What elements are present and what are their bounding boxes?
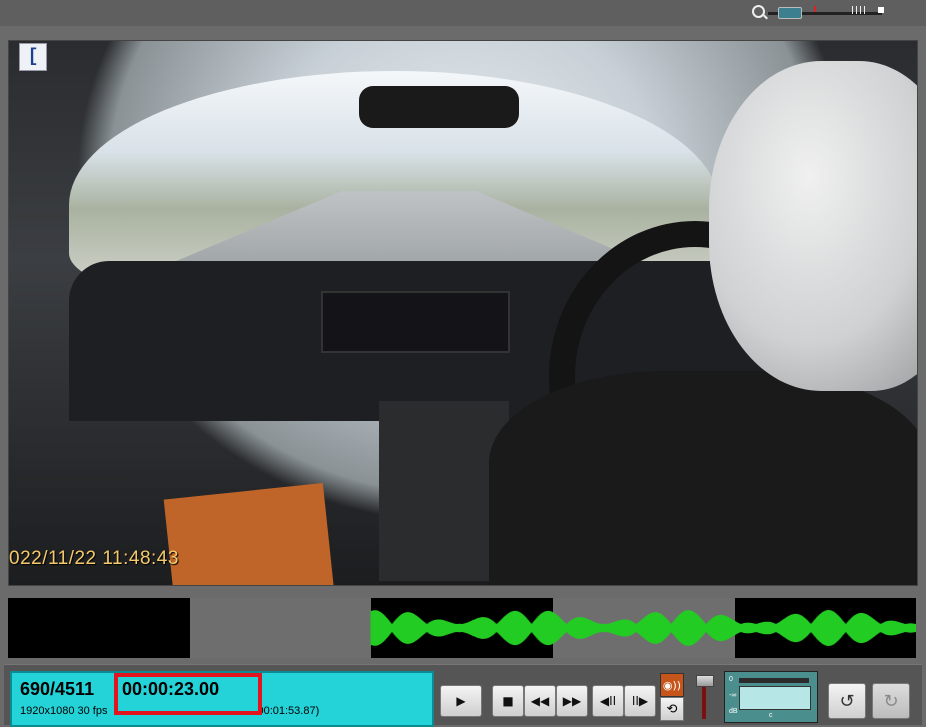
waveform-graph bbox=[370, 610, 916, 646]
redo-button[interactable]: ↻ bbox=[872, 683, 910, 719]
meter-bar bbox=[739, 686, 811, 710]
frame-counter: 690/4511 bbox=[20, 679, 95, 699]
step-back-button[interactable]: ◀II bbox=[592, 685, 624, 717]
fast-forward-button[interactable]: ▶▶ bbox=[556, 685, 588, 717]
meter-label-mid: -∞ bbox=[729, 692, 737, 699]
driver-suit bbox=[489, 371, 917, 585]
driver-helmet bbox=[709, 61, 917, 391]
video-preview[interactable]: [ 022/11/22 11:48:43 bbox=[8, 40, 918, 586]
orange-bag bbox=[163, 482, 335, 585]
undo-button[interactable]: ↺ bbox=[828, 683, 866, 719]
zoom-tick bbox=[852, 6, 853, 14]
highlight-box bbox=[114, 673, 262, 715]
zoom-end bbox=[878, 7, 884, 13]
zoom-slider[interactable] bbox=[752, 4, 892, 20]
zoom-thumb[interactable] bbox=[778, 7, 802, 19]
infotainment-screen bbox=[321, 291, 510, 353]
zoom-tick bbox=[856, 6, 857, 14]
audio-waveform[interactable] bbox=[8, 598, 916, 658]
meter-bar-top bbox=[739, 678, 809, 683]
bracket-icon[interactable]: [ bbox=[19, 43, 47, 71]
zoom-tick bbox=[864, 6, 865, 14]
step-forward-button[interactable]: II▶ bbox=[624, 685, 656, 717]
magnifier-icon bbox=[752, 5, 765, 18]
zoom-tick bbox=[860, 6, 861, 14]
zoom-marker bbox=[814, 6, 816, 12]
volume-slider[interactable] bbox=[696, 671, 714, 721]
top-toolbar bbox=[0, 0, 926, 26]
volume-knob[interactable] bbox=[696, 675, 714, 687]
rewind-button[interactable]: ◀◀ bbox=[524, 685, 556, 717]
info-panel: 690/4511 00:00:23.00 1920x1080 30 fps 00:… bbox=[10, 671, 434, 727]
audio-meter: 0 -∞ dB c bbox=[724, 671, 818, 723]
audio-button[interactable]: ◉)) bbox=[660, 673, 684, 697]
video-meta-partial: 00:01:53.87) bbox=[257, 705, 320, 717]
video-meta-text: 1920x1080 30 fps bbox=[20, 705, 108, 717]
meter-label-bot: dB bbox=[729, 708, 738, 715]
control-bar: 690/4511 00:00:23.00 1920x1080 30 fps 00:… bbox=[4, 664, 922, 727]
stop-button[interactable]: ■ bbox=[492, 685, 524, 717]
rear-view-mirror bbox=[359, 86, 519, 128]
meter-label-c: c bbox=[769, 712, 773, 719]
loop-button[interactable]: ⟲ bbox=[660, 697, 684, 721]
meter-label-top: 0 bbox=[729, 676, 733, 683]
video-timestamp: 022/11/22 11:48:43 bbox=[9, 548, 179, 569]
video-image bbox=[9, 41, 917, 585]
play-button[interactable]: ▶ bbox=[440, 685, 482, 717]
